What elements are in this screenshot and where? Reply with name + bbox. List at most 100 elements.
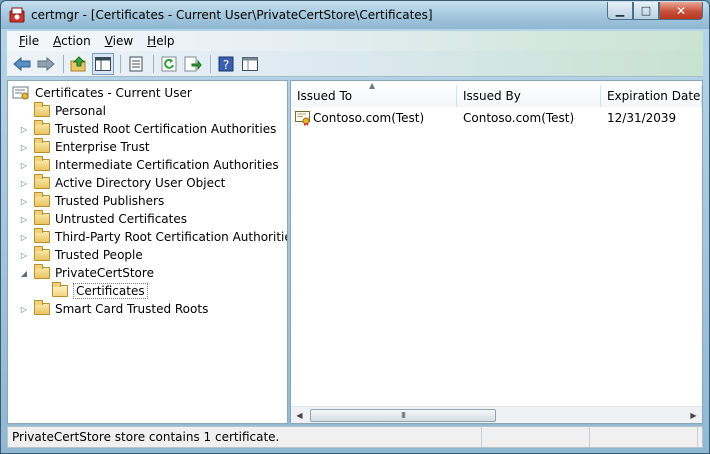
list-item[interactable]: Contoso.com(Test) Contoso.com(Test) 12/3… (295, 109, 676, 127)
folder-icon (34, 138, 50, 153)
minimize-button[interactable]: ▁ (607, 2, 633, 20)
tree-item-privatecertstore[interactable]: ◢ PrivateCertStore (18, 264, 154, 282)
properties-button[interactable] (125, 53, 147, 75)
console-tree[interactable]: Certificates - Current User Personal ▷ Tru… (7, 80, 288, 424)
menu-view-rest: iew (112, 34, 134, 48)
folder-icon (34, 246, 50, 261)
tree-item-label: Certificates (73, 283, 148, 299)
collapse-arrow-icon[interactable]: ◢ (18, 269, 30, 278)
scroll-right-arrow[interactable]: ▶ (685, 407, 702, 424)
toolbar-separator (120, 54, 121, 73)
tree-item-intermediate-certification-authorities[interactable]: ▷ Intermediate Certification Authorities (18, 156, 279, 174)
expand-arrow-icon[interactable]: ▷ (18, 161, 30, 170)
properties-icon (129, 56, 143, 71)
open-folder-icon (52, 282, 68, 297)
folder-icon (34, 228, 50, 243)
status-text: PrivateCertStore store contains 1 certif… (8, 427, 482, 447)
certificates-snapin-icon (12, 86, 29, 100)
expand-arrow-icon[interactable]: ▷ (18, 233, 30, 242)
toolbar-separator (210, 54, 211, 73)
maximize-button[interactable]: □ (633, 2, 659, 20)
tree-item-third-party-root-certification-authorities[interactable]: ▷ Third-Party Root Certification Authorit… (18, 228, 288, 246)
expand-arrow-icon[interactable]: ▷ (18, 251, 30, 260)
horizontal-scrollbar[interactable]: ◀ III ▶ (291, 406, 702, 423)
folder-icon (34, 300, 50, 315)
column-issued-to-label: Issued To (297, 89, 353, 103)
menu-help[interactable]: Help (141, 34, 180, 48)
export-list-icon (184, 56, 202, 71)
up-one-level-button[interactable] (68, 53, 90, 75)
expand-arrow-icon[interactable]: ▷ (18, 215, 30, 224)
back-button[interactable] (11, 53, 33, 75)
toolbar-separator (63, 54, 64, 73)
tree-item-smart-card-trusted-roots[interactable]: ▷ Smart Card Trusted Roots (18, 300, 208, 318)
tree-item-label: Third-Party Root Certification Authoriti… (55, 230, 288, 244)
menu-bar: File Action View Help (7, 31, 703, 51)
up-folder-icon (70, 55, 86, 71)
list-header: ▲ Issued To Issued By Expiration Date (291, 81, 702, 107)
folder-icon (34, 120, 50, 135)
tree-item-trusted-root-certification-authorities[interactable]: ▷ Trusted Root Certification Authorities (18, 120, 276, 138)
status-bar: PrivateCertStore store contains 1 certif… (7, 426, 703, 448)
menu-view[interactable]: View (99, 34, 139, 48)
tree-item-label: PrivateCertStore (55, 266, 154, 280)
scroll-track[interactable]: III (308, 408, 685, 423)
forward-button[interactable] (35, 53, 57, 75)
cell-issued-to: Contoso.com(Test) (313, 111, 425, 125)
window-title: certmgr - [Certificates - Current User\P… (31, 8, 433, 22)
results-list[interactable]: ▲ Issued To Issued By Expiration Date Co… (290, 80, 703, 424)
refresh-icon (161, 56, 177, 71)
tree-item-trusted-people[interactable]: ▷ Trusted People (18, 246, 143, 264)
menu-action[interactable]: Action (47, 34, 97, 48)
menu-file[interactable]: File (13, 34, 45, 48)
tree-item-untrusted-certificates[interactable]: ▷ Untrusted Certificates (18, 210, 187, 228)
tree-item-label: Trusted People (55, 248, 143, 262)
show-hide-tree-icon (95, 56, 111, 71)
scroll-left-arrow[interactable]: ◀ (291, 407, 308, 424)
folder-icon (34, 102, 50, 117)
toolbar-separator (153, 54, 154, 73)
tree-item-trusted-publishers[interactable]: ▷ Trusted Publishers (18, 192, 164, 210)
title-bar[interactable]: certmgr - [Certificates - Current User\P… (1, 1, 709, 29)
tree-item-personal[interactable]: Personal (18, 102, 106, 120)
menu-help-rest: elp (156, 34, 175, 48)
expand-arrow-icon[interactable]: ▷ (18, 197, 30, 206)
folder-icon (34, 264, 50, 279)
tree-root-label: Certificates - Current User (35, 86, 192, 100)
expand-arrow-icon[interactable]: ▷ (18, 305, 30, 314)
tree-item-label: Personal (55, 104, 107, 118)
menu-file-rest: ile (25, 34, 40, 48)
caption-buttons: ▁ □ ✕ (607, 2, 703, 20)
show-hide-console-tree-button[interactable] (92, 52, 114, 75)
back-icon (13, 56, 31, 71)
expand-arrow-icon[interactable]: ▷ (18, 179, 30, 188)
menu-help-accel: H (147, 34, 157, 48)
scroll-thumb[interactable]: III (310, 408, 496, 422)
menu-action-rest: ction (61, 34, 91, 48)
sort-ascending-icon: ▲ (369, 81, 376, 90)
column-expiration-date[interactable]: Expiration Date (601, 85, 702, 107)
cell-issued-by: Contoso.com(Test) (463, 111, 575, 125)
certmgr-window: certmgr - [Certificates - Current User\P… (0, 0, 710, 454)
tree-item-label: Untrusted Certificates (55, 212, 187, 226)
status-panel (590, 427, 698, 447)
tree-item-label: Enterprise Trust (55, 140, 150, 154)
refresh-button[interactable] (158, 53, 180, 75)
help-icon: ? (218, 56, 234, 72)
column-issued-by-label: Issued By (463, 89, 521, 103)
tree-item-enterprise-trust[interactable]: ▷ Enterprise Trust (18, 138, 150, 156)
column-issued-by[interactable]: Issued By (457, 85, 601, 107)
help-button[interactable]: ? (215, 53, 237, 75)
column-expiration-date-label: Expiration Date (607, 89, 701, 103)
menu-view-accel: V (104, 34, 113, 48)
expand-arrow-icon[interactable]: ▷ (18, 125, 30, 134)
console-view-button[interactable] (239, 53, 261, 75)
tree-item-certificates[interactable]: Certificates (36, 282, 148, 300)
expand-arrow-icon[interactable]: ▷ (18, 143, 30, 152)
tree-root-certificates-current-user[interactable]: Certificates - Current User (12, 84, 192, 102)
column-issued-to[interactable]: ▲ Issued To (291, 81, 457, 107)
tree-item-active-directory-user-object[interactable]: ▷ Active Directory User Object (18, 174, 225, 192)
export-list-button[interactable] (182, 53, 204, 75)
tree-item-label: Active Directory User Object (55, 176, 226, 190)
close-button[interactable]: ✕ (659, 2, 703, 20)
